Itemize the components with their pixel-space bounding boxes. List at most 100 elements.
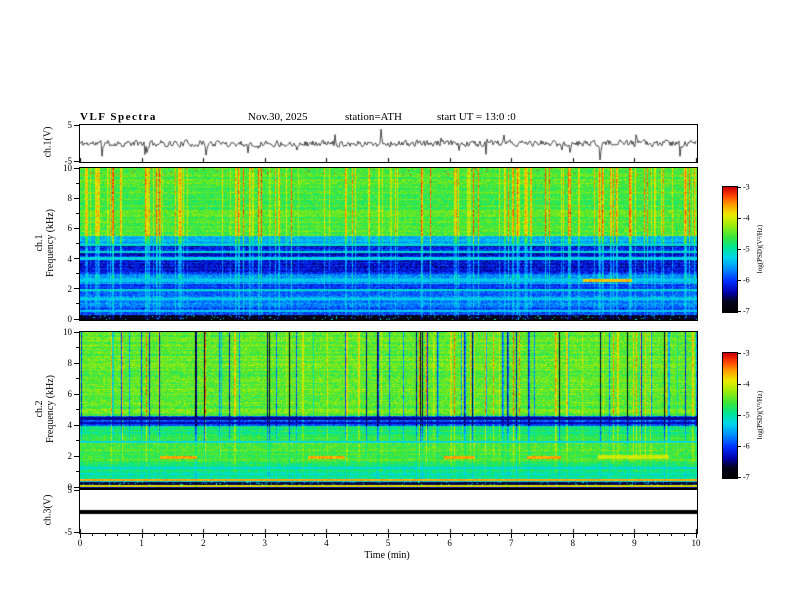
x-minor-tick-mark	[227, 534, 229, 536]
colorbar-tick-label: -5	[743, 244, 750, 254]
x-minor-tick-mark	[104, 534, 106, 536]
x-minor-tick-mark	[597, 534, 599, 536]
p1-y-tick-mark	[74, 124, 79, 126]
station-label: station=ATH	[345, 111, 402, 123]
x-minor-tick-mark	[659, 534, 661, 536]
p3-y-tick-mark	[74, 393, 79, 395]
ch2-frequency-axis-label: ch.2 Frequency (kHz)	[34, 375, 56, 443]
x-minor-tick-mark	[153, 534, 155, 536]
x-tick-label: 5	[385, 538, 391, 548]
colorbar-tick-mark	[738, 186, 741, 188]
p3-y-tick-mark	[74, 455, 79, 457]
p3-y-tick-label: 10	[63, 327, 72, 337]
colorbar-tick-mark	[738, 352, 741, 354]
p3-y-tick-mark	[74, 331, 79, 333]
colorbar-axis-label: log(PSD)(V²/Hz)	[756, 390, 764, 439]
colorbar-ch1-gradient	[723, 187, 737, 312]
x-minor-tick-mark	[585, 534, 587, 536]
x-minor-tick-mark	[523, 534, 525, 536]
x-minor-tick-mark	[92, 534, 94, 536]
colorbar-tick-label: -5	[743, 410, 750, 420]
colorbar-axis-label: log(PSD)(V²/Hz)	[756, 224, 764, 273]
x-minor-tick-mark	[363, 534, 365, 536]
colorbar-tick-label: -4	[743, 213, 750, 223]
x-tick-label: 8	[570, 538, 576, 548]
p2-y-tick-label: 10	[63, 163, 72, 173]
p2-y-tick-label: 6	[67, 223, 73, 234]
x-tick-label: 1	[139, 538, 144, 548]
ch2-spectrogram-canvas	[80, 332, 697, 488]
colorbar-tick-mark	[738, 383, 741, 385]
x-minor-tick-mark	[412, 534, 414, 536]
x-minor-tick-mark	[338, 534, 340, 536]
p3-y-tick-mark	[74, 486, 79, 488]
p3-y-tick-label: 6	[67, 389, 73, 399]
plot-title: VLF Spectra	[80, 111, 157, 123]
x-minor-tick-mark	[646, 534, 648, 536]
x-tick-label: 0	[77, 538, 83, 548]
x-minor-tick-mark	[548, 534, 550, 536]
x-minor-tick-mark	[400, 534, 402, 536]
x-minor-tick-mark	[535, 534, 537, 536]
ch2-spectrogram-panel	[79, 331, 698, 489]
x-minor-tick-mark	[375, 534, 377, 536]
p2-y-minor-tick-mark	[76, 303, 79, 305]
ch3-voltage-panel	[79, 489, 698, 534]
x-minor-tick-mark	[129, 534, 131, 536]
p3-y-tick-mark	[74, 362, 79, 364]
p3-y-tick-mark	[74, 424, 79, 426]
x-tick-label: 4	[324, 538, 329, 548]
p4-y-tick-mark	[74, 531, 79, 533]
ch1-frequency-axis-label: ch.1 Frequency (kHz)	[34, 209, 56, 277]
colorbar-ch2-gradient	[723, 353, 737, 478]
colorbar-tick-label: -3	[743, 182, 750, 192]
p3-y-minor-tick-mark	[76, 440, 79, 441]
p2-y-tick-label: 4	[67, 253, 73, 264]
p1-y-tick-mark	[74, 160, 79, 162]
start-ut-label: start UT = 13:0 :0	[437, 111, 516, 123]
ch2-axis-channel-text: ch.2	[34, 400, 45, 418]
x-minor-tick-mark	[498, 534, 500, 536]
colorbar-tick-label: -7	[743, 306, 750, 316]
x-minor-tick-mark	[252, 534, 254, 536]
x-tick-label: 10	[691, 538, 701, 548]
p4-y-tick-label: -5	[64, 527, 73, 537]
p2-y-tick-mark	[74, 318, 79, 320]
p2-y-tick-label: 0	[67, 314, 73, 324]
colorbar-tick-mark	[738, 414, 741, 416]
x-minor-tick-mark	[351, 534, 353, 536]
p3-y-minor-tick-mark	[76, 347, 79, 348]
colorbar-tick-label: -7	[743, 472, 750, 482]
x-tick-label: 6	[447, 538, 452, 548]
x-tick-label: 9	[632, 538, 637, 548]
x-minor-tick-mark	[474, 534, 476, 536]
colorbar-tick-mark	[738, 248, 741, 250]
x-minor-tick-mark	[215, 534, 217, 536]
ch1-spectrogram-canvas	[80, 168, 697, 320]
p2-y-tick-label: 2	[67, 283, 73, 294]
date-label: Nov.30, 2025	[248, 111, 308, 123]
p3-y-tick-label: 0	[67, 482, 73, 492]
x-minor-tick-mark	[314, 534, 316, 536]
p3-y-tick-label: 2	[67, 451, 73, 461]
x-minor-tick-mark	[277, 534, 279, 536]
x-minor-tick-mark	[486, 534, 488, 536]
p2-y-tick-mark	[74, 167, 79, 169]
colorbar-tick-label: -3	[743, 348, 750, 358]
x-minor-tick-mark	[609, 534, 611, 536]
x-tick-label: 2	[200, 538, 206, 548]
colorbar-tick-label: -6	[743, 441, 750, 451]
colorbar-tick-mark	[738, 217, 741, 219]
colorbar-ch1	[722, 186, 738, 313]
ch1-voltage-waveform-canvas	[80, 125, 697, 162]
p3-y-minor-tick-mark	[76, 378, 79, 379]
p2-y-tick-label: 8	[67, 193, 73, 204]
colorbar-tick-mark	[738, 445, 741, 447]
colorbar-tick-mark	[738, 476, 741, 478]
x-tick-label: 7	[508, 538, 514, 548]
p3-y-minor-tick-mark	[76, 471, 79, 472]
x-minor-tick-mark	[560, 534, 562, 536]
colorbar-tick-label: -6	[743, 275, 750, 285]
time-axis-label: Time (min)	[364, 550, 410, 561]
x-minor-tick-mark	[240, 534, 242, 536]
